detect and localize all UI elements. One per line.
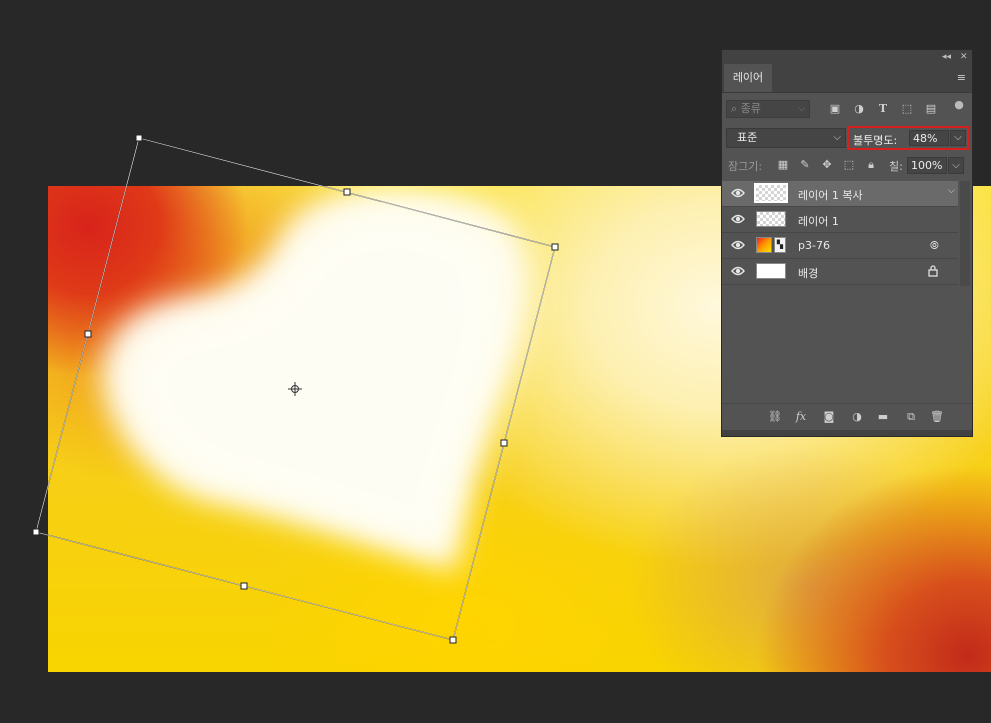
opacity-control-highlight: 불투명도: 48% ⌵ bbox=[847, 126, 969, 150]
layers-list: 레이어 1 복사 레이어 1 ▚ p3-76 ⦾ 배경 bbox=[722, 181, 958, 285]
link-layers-icon[interactable]: ⛓ bbox=[768, 410, 782, 424]
layers-scrollbar[interactable] bbox=[960, 181, 970, 286]
layer-row-smart-object[interactable]: ▚ p3-76 ⦾ bbox=[722, 233, 958, 259]
adjustment-layer-icon[interactable]: ◑ bbox=[850, 410, 864, 424]
filter-kind-select[interactable]: ⌕ 종류 ⌵ bbox=[726, 100, 810, 118]
lock-transparent-icon[interactable]: ▦ bbox=[776, 158, 790, 172]
shape-filter-icon[interactable]: ⬚ bbox=[900, 102, 914, 116]
eye-icon[interactable] bbox=[731, 213, 745, 225]
eye-icon[interactable] bbox=[731, 187, 745, 199]
add-mask-icon[interactable]: ◙ bbox=[822, 410, 836, 424]
eye-icon[interactable] bbox=[731, 265, 745, 277]
image-filter-icon[interactable]: ▣ bbox=[828, 102, 842, 116]
new-layer-icon[interactable]: ⧉ bbox=[904, 410, 918, 424]
layer-row-copy[interactable]: 레이어 1 복사 bbox=[722, 181, 958, 207]
layer-name: p3-76 bbox=[798, 239, 830, 252]
lock-paint-icon[interactable]: ✎ bbox=[798, 158, 812, 172]
layer-row-1[interactable]: 레이어 1 bbox=[722, 207, 958, 233]
fx-icon[interactable]: fx bbox=[794, 410, 808, 424]
opacity-input[interactable]: 48% bbox=[909, 130, 949, 146]
layer-filter-row: ⌕ 종류 ⌵ ▣ ◑ T ⬚ ▤ ● bbox=[722, 98, 972, 120]
chevron-down-icon[interactable]: ⌵ bbox=[948, 186, 955, 196]
blend-mode-value: 표준 bbox=[737, 131, 758, 144]
panel-tab-row: 레이어 ≡ bbox=[722, 64, 972, 93]
search-icon: ⌕ bbox=[731, 102, 738, 115]
layer-thumbnail bbox=[756, 211, 786, 227]
new-group-icon[interactable]: ▬ bbox=[876, 410, 890, 424]
filter-kind-label: 종류 bbox=[740, 102, 761, 115]
panel-title-bar: ◂◂ ✕ bbox=[722, 50, 972, 64]
opacity-label: 불투명도: bbox=[853, 134, 898, 147]
layer-thumbnail bbox=[756, 263, 786, 279]
type-filter-icon[interactable]: T bbox=[876, 102, 890, 116]
layers-panel: ◂◂ ✕ 레이어 ≡ ⌕ 종류 ⌵ ▣ ◑ T ⬚ ▤ ● 표준 ⌵ 불투명도:… bbox=[721, 49, 973, 437]
collapse-panel-icon[interactable]: ◂◂ bbox=[942, 50, 951, 64]
layer-thumbnail bbox=[756, 237, 772, 253]
smart-filter-link-icon[interactable]: ⦾ bbox=[930, 239, 939, 253]
blend-opacity-row: 표준 ⌵ 불투명도: 48% ⌵ bbox=[722, 126, 972, 150]
lock-icon bbox=[928, 265, 938, 277]
layer-name: 레이어 1 복사 bbox=[798, 189, 863, 202]
smart-object-filter-icon[interactable]: ▤ bbox=[924, 102, 938, 116]
chevron-down-icon: ⌵ bbox=[798, 104, 805, 114]
chevron-down-icon: ⌵ bbox=[833, 132, 841, 143]
chevron-down-icon: ⌵ bbox=[952, 160, 960, 171]
delete-layer-icon[interactable]: 🗑︎ bbox=[930, 410, 944, 424]
lock-position-icon[interactable]: ✥ bbox=[820, 158, 834, 172]
fill-dropdown-button[interactable]: ⌵ bbox=[948, 157, 964, 174]
blend-mode-select[interactable]: 표준 ⌵ bbox=[726, 128, 846, 148]
close-panel-icon[interactable]: ✕ bbox=[960, 50, 968, 64]
lock-all-icon[interactable]: 🔒︎ bbox=[864, 158, 878, 172]
transform-handle-top-left[interactable] bbox=[135, 134, 143, 142]
lock-fill-row: 잠그기: ▦ ✎ ✥ ⬚ 🔒︎ 칠: 100% ⌵ bbox=[722, 154, 972, 176]
layers-bottom-toolbar: ⛓ fx ◙ ◑ ▬ ⧉ 🗑︎ bbox=[722, 403, 972, 430]
fill-input[interactable]: 100% bbox=[907, 157, 947, 174]
eye-icon[interactable] bbox=[731, 239, 745, 251]
layer-name: 레이어 1 bbox=[798, 215, 839, 228]
lock-artboard-icon[interactable]: ⬚ bbox=[842, 158, 856, 172]
transform-handle-bottom-left[interactable] bbox=[32, 528, 40, 536]
filter-toggle-icon[interactable]: ● bbox=[952, 98, 966, 112]
lock-label: 잠그기: bbox=[728, 160, 763, 173]
fill-label: 칠: bbox=[889, 160, 903, 173]
layer-row-background[interactable]: 배경 bbox=[722, 259, 958, 285]
tab-layers[interactable]: 레이어 bbox=[724, 64, 772, 92]
layer-thumbnail bbox=[754, 183, 788, 203]
layer-name: 배경 bbox=[798, 267, 819, 280]
smart-object-badge-icon: ▚ bbox=[774, 237, 786, 253]
panel-resize-bar[interactable] bbox=[722, 430, 972, 436]
adjustment-filter-icon[interactable]: ◑ bbox=[852, 102, 866, 116]
opacity-dropdown-button[interactable]: ⌵ bbox=[950, 130, 966, 146]
chevron-down-icon: ⌵ bbox=[954, 132, 962, 143]
panel-menu-icon[interactable]: ≡ bbox=[957, 71, 966, 84]
